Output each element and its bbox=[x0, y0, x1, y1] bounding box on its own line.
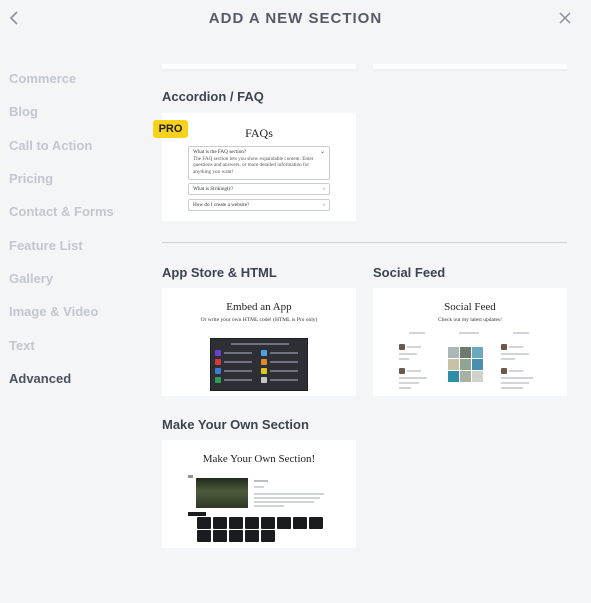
sidebar-item-label: Call to Action bbox=[9, 137, 93, 153]
faq-question: How do I create a website? bbox=[193, 202, 250, 208]
preview-subtitle: Or write your own HTML code! (HTML is Pr… bbox=[200, 317, 318, 323]
preview-heading: FAQs bbox=[245, 126, 273, 140]
section-card-accordion[interactable]: PRO FAQs What is the FAQ section? The FA… bbox=[153, 113, 356, 221]
preview-heading: Embed an App bbox=[226, 301, 292, 313]
close-icon bbox=[559, 12, 571, 24]
sidebar-item-label: Contact & Forms bbox=[9, 204, 114, 220]
page-title: ADD A NEW SECTION bbox=[208, 9, 383, 27]
section-card-partial[interactable] bbox=[373, 64, 567, 69]
sidebar-item-text[interactable]: Text bbox=[9, 328, 149, 361]
app-store-preview-image bbox=[210, 338, 308, 391]
sidebar-item-label: Feature List bbox=[9, 237, 83, 253]
category-sidebar: Commerce Blog Call to Action Pricing Con… bbox=[9, 62, 149, 395]
faq-item: How do I create a website? › bbox=[188, 199, 330, 211]
sidebar-item-gallery[interactable]: Gallery bbox=[9, 262, 149, 295]
faq-item: What is Strikingly? › bbox=[188, 183, 330, 195]
preview-heading: Social Feed bbox=[444, 301, 496, 313]
sidebar-item-image-video[interactable]: Image & Video bbox=[9, 295, 149, 328]
section-title-app-store: App Store & HTML bbox=[162, 265, 277, 280]
sidebar-item-feature-list[interactable]: Feature List bbox=[9, 228, 149, 261]
modal-header: ADD A NEW SECTION bbox=[0, 0, 591, 36]
section-card-make-your-own[interactable]: Make Your Own Section! bbox=[162, 440, 356, 548]
sidebar-item-call-to-action[interactable]: Call to Action bbox=[9, 129, 149, 162]
section-card-social-feed[interactable]: Social Feed Check out my latest updates! bbox=[373, 288, 567, 396]
section-title-social-feed: Social Feed bbox=[373, 265, 446, 280]
sidebar-item-label: Gallery bbox=[9, 270, 54, 286]
sidebar-item-label: Blog bbox=[9, 104, 38, 120]
section-title-accordion: Accordion / FAQ bbox=[162, 89, 264, 104]
sidebar-item-label: Pricing bbox=[9, 171, 54, 187]
divider bbox=[162, 242, 567, 243]
back-button[interactable] bbox=[2, 6, 26, 30]
chevron-right-icon: › bbox=[323, 202, 325, 208]
sidebar-item-contact-forms[interactable]: Contact & Forms bbox=[9, 195, 149, 228]
chevron-down-icon: ⌄ bbox=[319, 149, 325, 155]
sidebar-item-label: Text bbox=[9, 337, 35, 353]
faq-item: What is the FAQ section? The FAQ section… bbox=[188, 146, 330, 180]
section-card-app-store[interactable]: Embed an App Or write your own HTML code… bbox=[162, 288, 356, 396]
sidebar-item-commerce[interactable]: Commerce bbox=[9, 62, 149, 95]
close-button[interactable] bbox=[553, 6, 577, 30]
section-card-partial[interactable] bbox=[162, 64, 356, 69]
section-gallery: Accordion / FAQ PRO FAQs What is the FAQ… bbox=[153, 36, 567, 603]
sidebar-item-label: Advanced bbox=[9, 370, 72, 386]
sidebar-item-advanced[interactable]: Advanced bbox=[9, 362, 149, 395]
sidebar-item-label: Image & Video bbox=[9, 304, 99, 320]
chevron-right-icon: › bbox=[323, 186, 325, 192]
section-title-make-your-own: Make Your Own Section bbox=[162, 417, 309, 432]
faq-question: What is Strikingly? bbox=[193, 186, 234, 192]
sidebar-item-pricing[interactable]: Pricing bbox=[9, 162, 149, 195]
faq-answer: The FAQ section lets you show expandable… bbox=[193, 155, 314, 175]
preview-subtitle: Check out my latest updates! bbox=[438, 317, 502, 323]
chevron-left-icon bbox=[9, 11, 18, 25]
sidebar-item-label: Commerce bbox=[9, 71, 77, 87]
sidebar-item-blog[interactable]: Blog bbox=[9, 95, 149, 128]
preview-heading: Make Your Own Section! bbox=[202, 453, 316, 465]
